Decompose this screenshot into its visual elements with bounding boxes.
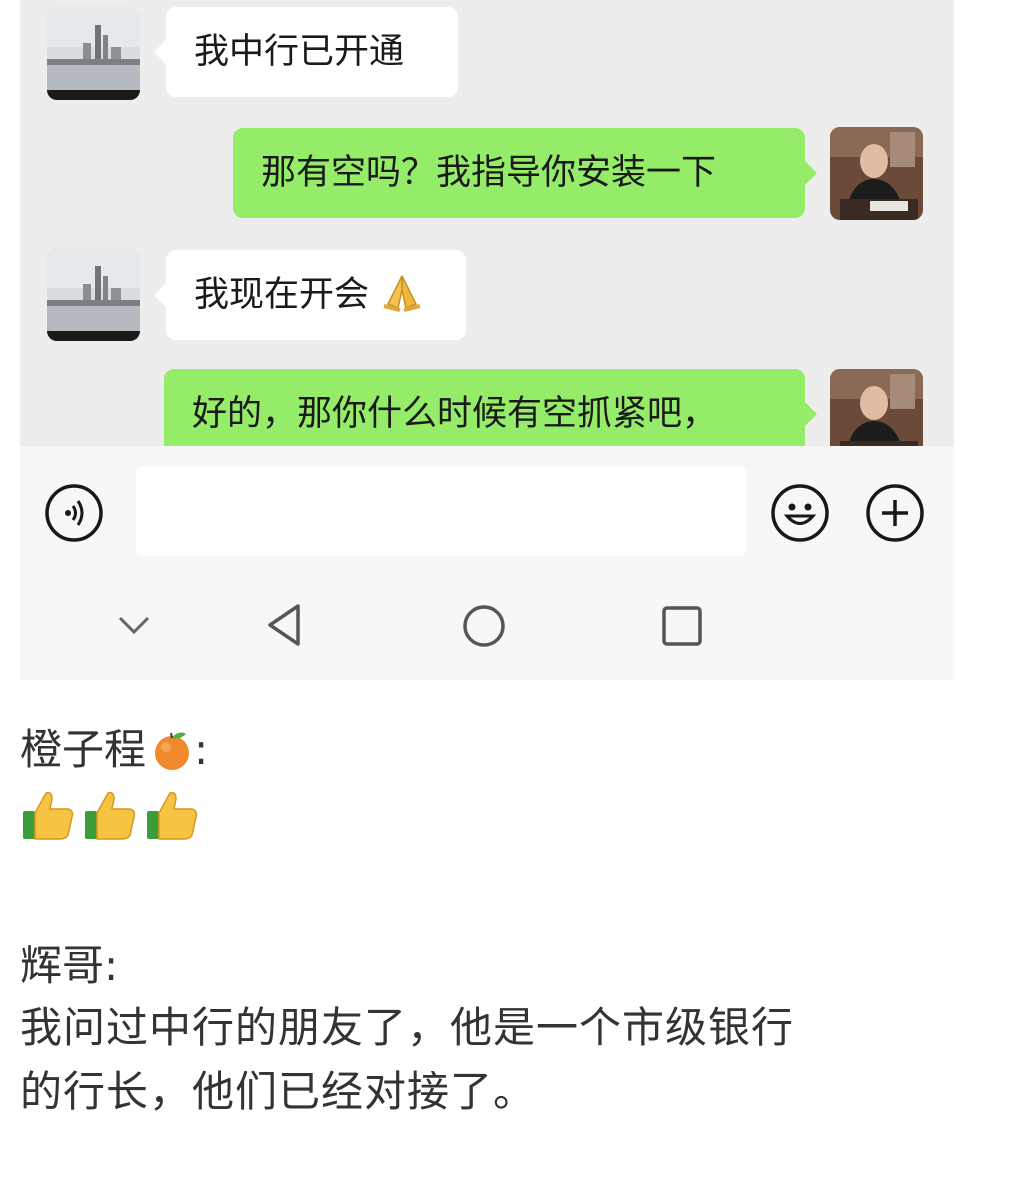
message-text: 我中行已开通 [194, 32, 405, 72]
message-text: 好的，那你什么时候有空抓紧吧， [192, 394, 718, 434]
comment-author-line: 辉哥 : [20, 936, 980, 996]
comment-author-line: 橙子程 : [20, 720, 980, 780]
thumbs-up-icon [23, 791, 74, 840]
message-bubble[interactable]: 我现在开会 [154, 250, 466, 340]
comment-author[interactable]: 辉哥 [20, 936, 104, 996]
voice-icon[interactable] [44, 483, 104, 543]
comment-text: 我问过中行的朋友了，他是一个市级银行 的行长，他们已经对接了。 [20, 996, 980, 1124]
comment-colon: : [104, 941, 119, 990]
comment-content-emojis [20, 780, 980, 850]
message-input[interactable] [136, 466, 746, 556]
comment-colon: : [194, 725, 209, 774]
user-avatar[interactable] [830, 127, 923, 220]
chat-screenshot: 我中行已开通 那有空吗？我指导你安装一下 我现在开会 好的，那你什么时候有空抓紧… [20, 0, 954, 680]
message-bubble[interactable]: 我中行已开通 [154, 7, 458, 97]
plus-icon[interactable] [865, 483, 925, 543]
contact-avatar[interactable] [47, 248, 140, 341]
comment-text-line: 的行长，他们已经对接了。 [20, 1067, 537, 1116]
message-bubble[interactable]: 好的，那你什么时候有空抓紧吧， [164, 369, 817, 446]
message-bubble[interactable]: 那有空吗？我指导你安装一下 [233, 128, 817, 218]
thumbs-up-icon [85, 791, 136, 840]
chat-area[interactable]: 我中行已开通 那有空吗？我指导你安装一下 我现在开会 好的，那你什么时候有空抓紧… [20, 0, 954, 446]
comment-section: 橙子程 : 辉哥 : 我问过中行的朋友了，他是一个市级银行 的行长，他们已经对接… [20, 720, 980, 1124]
message-text: 我现在开会 [194, 275, 370, 315]
contact-avatar[interactable] [47, 7, 140, 100]
comment-author[interactable]: 橙子程 [20, 720, 146, 780]
home-circle-icon[interactable] [462, 604, 506, 648]
input-bar [20, 446, 954, 576]
chevron-down-icon[interactable] [116, 610, 152, 640]
tangerine-icon [155, 732, 190, 770]
thumbs-up-icon [147, 791, 198, 840]
comment-spacer [20, 850, 980, 936]
comment-text-line: 我问过中行的朋友了，他是一个市级银行 [20, 1003, 795, 1052]
back-triangle-icon[interactable] [264, 602, 304, 648]
smiley-icon[interactable] [770, 483, 830, 543]
system-nav-bar [20, 576, 954, 680]
user-avatar[interactable] [830, 369, 923, 446]
message-text: 那有空吗？我指导你安装一下 [261, 153, 717, 193]
folded-hands-icon [383, 275, 421, 312]
recents-square-icon[interactable] [661, 605, 703, 647]
